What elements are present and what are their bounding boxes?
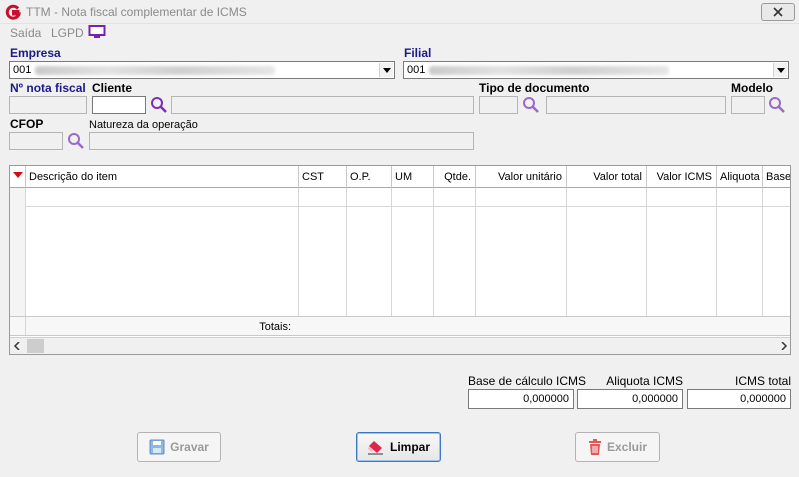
cfop-search-icon[interactable] <box>67 132 85 150</box>
filial-select[interactable]: 001 <box>403 61 789 79</box>
close-button[interactable] <box>761 3 795 21</box>
filial-name-redacted <box>429 65 670 75</box>
cliente-search-icon[interactable] <box>150 96 168 114</box>
modelo-label: Modelo <box>731 81 773 95</box>
col-qtde[interactable]: Qtde. <box>434 166 476 188</box>
window-title: TTM - Nota fiscal complementar de ICMS <box>26 5 247 19</box>
monitor-icon[interactable] <box>88 25 106 39</box>
col-cst[interactable]: CST <box>299 166 347 188</box>
empresa-label: Empresa <box>10 46 61 60</box>
sort-triangle-icon <box>13 172 23 178</box>
empresa-select[interactable]: 001 <box>9 61 395 79</box>
natureza-label: Natureza da operação <box>89 119 198 131</box>
menu-saida[interactable]: Saída <box>10 26 41 40</box>
cliente-label: Cliente <box>92 81 133 95</box>
cliente-code-input[interactable] <box>92 96 146 114</box>
tipo-documento-label: Tipo de documento <box>479 81 590 95</box>
nota-fiscal-input[interactable] <box>9 96 87 114</box>
nota-fiscal-label: Nº nota fiscal <box>10 81 86 95</box>
col-um[interactable]: UM <box>392 166 434 188</box>
excluir-label: Excluir <box>606 440 648 454</box>
app-logo-icon <box>5 4 21 20</box>
tipo-documento-code-input[interactable] <box>479 96 518 114</box>
icms-total-label: ICMS total <box>734 374 791 388</box>
base-calculo-label: Base de cálculo ICMS <box>468 374 587 388</box>
col-base[interactable]: Base <box>763 166 790 188</box>
col-aliquota[interactable]: Aliquota <box>717 166 763 188</box>
modelo-search-icon[interactable] <box>768 96 786 114</box>
horizontal-scrollbar[interactable] <box>10 337 790 354</box>
filial-value: 001 <box>407 64 426 76</box>
col-valor-icms[interactable]: Valor ICMS <box>647 166 717 188</box>
grid-totals-row: Totais: <box>10 316 790 336</box>
empresa-name-redacted <box>35 65 276 75</box>
natureza-field <box>89 132 474 150</box>
menu-lgpd[interactable]: LGPD <box>51 26 84 40</box>
col-valor-total[interactable]: Valor total <box>567 166 647 188</box>
chevron-right-icon[interactable] <box>780 342 788 350</box>
close-icon <box>773 7 783 17</box>
limpar-label: Limpar <box>389 440 430 454</box>
row-indicator-column <box>10 188 26 316</box>
items-grid[interactable]: Descrição do item CST O.P. UM Qtde. Valo… <box>9 165 791 355</box>
cfop-input[interactable] <box>9 132 63 150</box>
excluir-button[interactable]: Excluir <box>575 432 660 462</box>
grid-indicator-header[interactable] <box>10 166 26 188</box>
gravar-button[interactable]: Gravar <box>137 432 221 462</box>
cliente-name-field <box>171 96 474 114</box>
totals-label: Totais: <box>259 321 291 333</box>
aliquota-icms-label: Aliquota ICMS <box>606 374 683 388</box>
cfop-label: CFOP <box>10 117 44 131</box>
col-op[interactable]: O.P. <box>347 166 392 188</box>
save-icon <box>149 439 165 455</box>
modelo-input[interactable] <box>731 96 765 114</box>
scroll-thumb[interactable] <box>27 339 44 353</box>
trash-icon <box>588 439 601 455</box>
col-descricao[interactable]: Descrição do item <box>26 166 299 188</box>
tipo-documento-search-icon[interactable] <box>522 96 540 114</box>
eraser-icon <box>367 441 383 455</box>
tipo-documento-name-field <box>546 96 726 114</box>
gravar-label: Gravar <box>170 440 209 454</box>
filial-label: Filial <box>404 46 432 60</box>
chevron-down-icon[interactable] <box>379 63 393 77</box>
col-valor-unitario[interactable]: Valor unitário <box>476 166 567 188</box>
empresa-value: 001 <box>13 64 32 76</box>
limpar-button[interactable]: Limpar <box>356 432 441 462</box>
base-calculo-field: 0,000000 <box>468 389 574 409</box>
chevron-down-icon[interactable] <box>773 63 787 77</box>
chevron-left-icon[interactable] <box>13 342 21 350</box>
aliquota-icms-field: 0,000000 <box>577 389 683 409</box>
icms-total-field: 0,000000 <box>687 389 791 409</box>
